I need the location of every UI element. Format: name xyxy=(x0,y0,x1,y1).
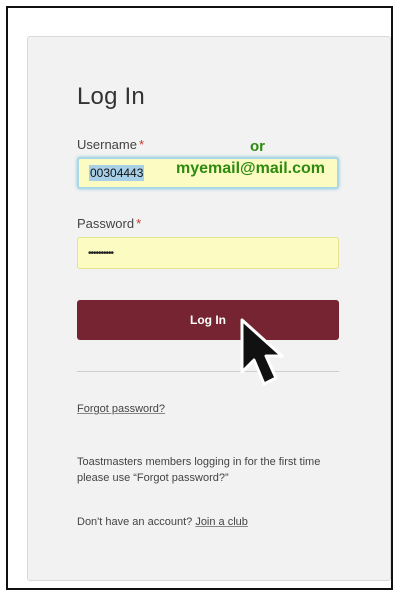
forgot-password-link[interactable]: Forgot password? xyxy=(77,403,165,415)
password-label: Password * xyxy=(77,216,141,231)
join-club-link[interactable]: Join a club xyxy=(195,516,248,528)
required-marker: * xyxy=(136,216,142,231)
page-title: Log In xyxy=(77,83,145,110)
username-label-text: Username xyxy=(77,137,137,152)
annotation-email-example: myemail@mail.com xyxy=(176,160,325,177)
mouse-pointer-icon xyxy=(240,318,284,386)
first-time-note: Toastmasters members logging in for the … xyxy=(77,456,321,484)
username-label: Username * xyxy=(77,137,144,152)
password-label-text: Password xyxy=(77,216,135,231)
divider xyxy=(77,371,339,372)
password-field[interactable]: •••••••••• xyxy=(77,237,339,269)
login-button[interactable]: Log In xyxy=(77,300,339,340)
no-account-text: Don't have an account? xyxy=(77,516,193,528)
annotation-or: or xyxy=(250,138,265,155)
password-value: •••••••••• xyxy=(88,247,114,259)
forgot-password-link-container: Forgot password? xyxy=(77,403,165,415)
required-marker: * xyxy=(138,137,145,152)
no-account-row: Don't have an account? Join a club xyxy=(77,516,248,528)
username-value: 00304443 xyxy=(89,165,145,181)
